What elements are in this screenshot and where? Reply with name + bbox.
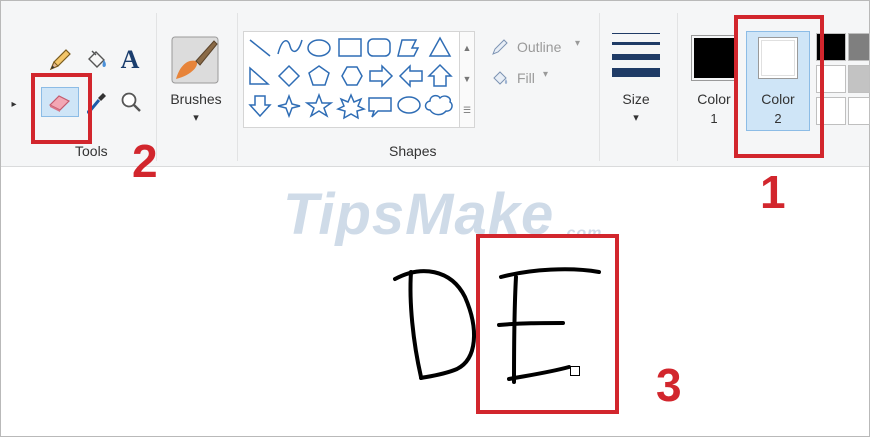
magnifier-icon[interactable] <box>117 87 145 117</box>
highlight-eraser <box>31 73 92 144</box>
palette-swatch-light-gray[interactable] <box>848 65 870 93</box>
size-dropdown-icon[interactable]: ▾ <box>626 111 646 124</box>
brushes-label[interactable]: Brushes <box>161 91 231 107</box>
outline-icon[interactable] <box>489 36 511 58</box>
shapes-scroll[interactable]: ▲ ▼ ☰ <box>459 31 475 128</box>
scroll-left-icon[interactable]: ▸ <box>9 97 19 111</box>
separator <box>677 13 678 161</box>
highlight-erase-area <box>476 234 619 414</box>
brushes-dropdown-icon[interactable]: ▾ <box>186 111 206 124</box>
step-number-2: 2 <box>132 135 158 187</box>
separator <box>599 13 600 161</box>
text-tool-icon[interactable]: A <box>115 45 145 75</box>
palette-swatch-empty[interactable] <box>848 97 870 125</box>
tools-group-label: Tools <box>75 143 108 159</box>
fill-label[interactable]: Fill <box>517 70 535 86</box>
fill-icon[interactable] <box>489 67 511 89</box>
step-number-3: 3 <box>656 359 682 411</box>
step-number-1: 1 <box>760 166 786 218</box>
expand-gallery-icon[interactable]: ☰ <box>463 105 471 116</box>
fill-dropdown-icon[interactable]: ▾ <box>543 69 548 80</box>
color1-label[interactable]: Color <box>689 91 739 107</box>
color1-swatch[interactable] <box>691 35 737 81</box>
drawing-canvas[interactable]: TipsMake .com <box>1 167 869 436</box>
scroll-up-icon[interactable]: ▲ <box>463 43 472 53</box>
scroll-down-icon[interactable]: ▼ <box>463 74 472 84</box>
color1-number[interactable]: 1 <box>689 111 739 126</box>
size-label[interactable]: Size <box>611 91 661 107</box>
outline-dropdown-icon[interactable]: ▾ <box>575 38 580 49</box>
pencil-icon[interactable] <box>45 45 75 75</box>
fill-bucket-icon[interactable] <box>81 45 111 75</box>
highlight-color2 <box>734 15 824 158</box>
outline-label[interactable]: Outline <box>517 39 561 55</box>
brushes-icon[interactable] <box>169 34 221 86</box>
shapes-gallery[interactable] <box>243 31 460 128</box>
shapes-group-label: Shapes <box>389 143 437 159</box>
separator <box>237 13 238 161</box>
size-icon[interactable] <box>611 33 661 77</box>
shapes-gallery-icons[interactable] <box>244 32 459 127</box>
palette-swatch-gray[interactable] <box>848 33 870 61</box>
